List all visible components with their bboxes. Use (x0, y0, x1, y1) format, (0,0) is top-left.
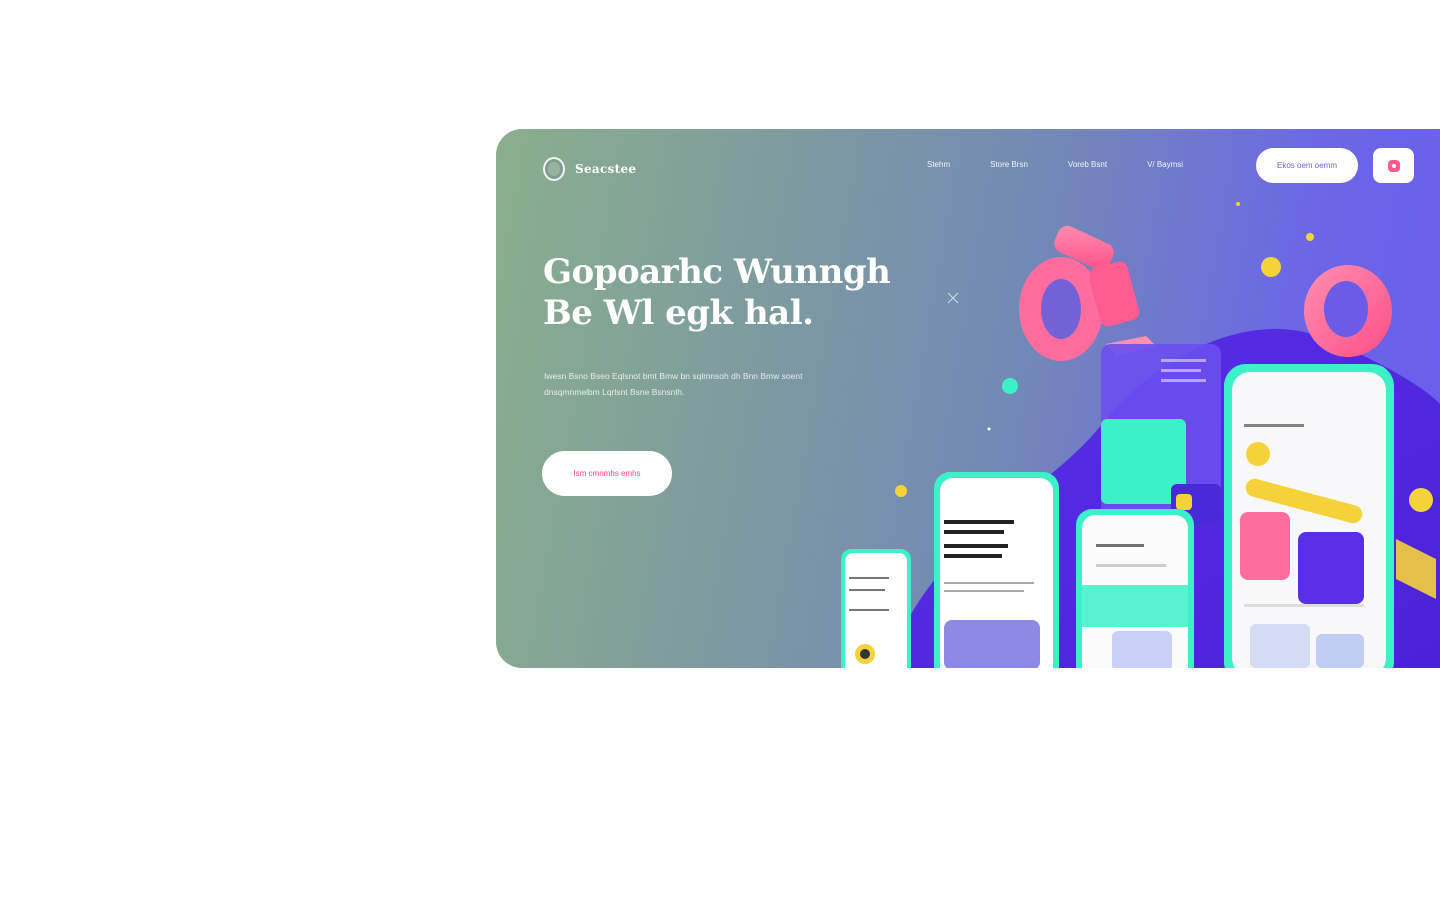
nav-item-3[interactable]: Voreb Bsnt (1068, 160, 1107, 169)
teal-dot (1002, 378, 1018, 394)
coin-icon (1261, 257, 1281, 277)
phone-mockup-medium (1076, 509, 1194, 668)
notification-icon (1387, 159, 1400, 172)
phone-mockup-tiny (841, 549, 911, 668)
nav-item-1[interactable]: Stehm (927, 160, 950, 169)
hero-illustration (841, 202, 1440, 668)
nav-item-2[interactable]: Store Brsn (990, 160, 1028, 169)
coin-icon (895, 485, 907, 497)
shield-logo-icon (543, 157, 565, 181)
pink-3d-ring (1304, 265, 1392, 357)
notification-button[interactable] (1373, 148, 1414, 183)
phone-mockup-large (1224, 364, 1394, 668)
hero-cta-button[interactable]: Ism cmnmhs emhs (542, 451, 672, 496)
hero-subtext: Iwesn Bsno Bseo Eqlsnot bmt Bmw bn sqlmn… (544, 371, 803, 397)
hero-section: Seacstee Stehm Store Brsn Voreb Bsnt V/ … (496, 129, 1440, 668)
header-cta-button[interactable]: Ekos oem oemm (1256, 148, 1358, 183)
coin-icon (1409, 488, 1433, 512)
logo[interactable]: Seacstee (543, 157, 636, 181)
floating-card (1101, 344, 1221, 524)
top-nav: Stehm Store Brsn Voreb Bsnt V/ Baymsi (927, 160, 1183, 169)
brand-name: Seacstee (575, 162, 637, 176)
pink-3d-letter (1019, 225, 1156, 361)
nav-item-4[interactable]: V/ Baymsi (1147, 160, 1183, 169)
phone-mockup-small (934, 472, 1059, 668)
